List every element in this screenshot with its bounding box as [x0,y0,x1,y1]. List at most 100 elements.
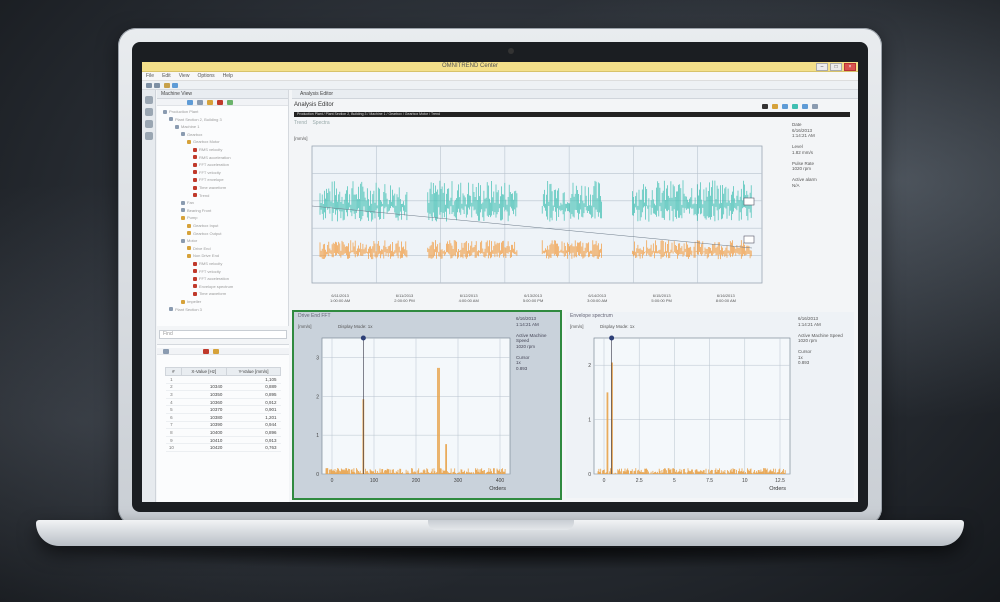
tree-node[interactable]: FFT acceleration [193,161,229,168]
tree-node[interactable]: Time waveform [193,184,226,191]
tree-node[interactable]: Drive End [187,245,211,252]
table-row[interactable]: 9 10410 0,913 [165,436,281,445]
table-row[interactable]: 10 10420 0,763 [165,443,281,452]
table-cell: 5 [165,405,182,414]
tree-node[interactable]: Time waveform [193,290,226,297]
table-row[interactable]: 1 1,105 [165,375,281,384]
info-line: 0.893 [516,365,528,371]
tree-node[interactable]: Motor [181,237,197,244]
measurement-icon[interactable] [145,108,153,116]
node-icon [193,177,197,182]
table-header[interactable]: # [165,367,182,376]
node-icon [193,284,197,289]
x-axis-label: Orders [769,486,786,492]
table-row[interactable]: 2 10340 0,889 [165,383,281,392]
title-bar[interactable]: OMNITREND Center – □ × [142,62,858,72]
spectrum-right-chart[interactable]: 0 2.5 5 7.5 10 12.5 0 1 2 Orders [576,332,796,494]
filter-icon[interactable] [197,100,203,105]
tab-machine-view[interactable]: Machine View [157,90,288,99]
table-cell: 1,105 [226,375,281,384]
menu-help[interactable]: Help [223,72,233,80]
table-row[interactable]: 8 10400 0,896 [165,428,281,437]
add-icon[interactable] [207,100,213,105]
tree-node[interactable]: RMS velocity [193,260,222,267]
maximize-button[interactable]: □ [830,63,842,71]
tree-node[interactable]: Production Plant [163,108,198,115]
laptop-shadow [40,548,960,570]
date-tick-label: 6/16/2013 8:00:00 AM [716,293,736,303]
spectrum-panel-right[interactable]: Envelope spectrum [mm/s] Display Mode: 1… [566,312,854,498]
table-row[interactable]: 5 10370 0,901 [165,405,281,414]
tree-node[interactable]: Plant Section 3 [169,306,202,313]
tree-node[interactable]: Gearbox [181,131,202,138]
tree-node[interactable]: FFT acceleration [193,275,229,282]
refresh-icon[interactable] [172,83,178,88]
tab-analysis-editor[interactable]: Analysis Editor [292,90,858,99]
tab-spectra[interactable]: Spectra [312,120,329,126]
spectrum-left-header: Drive End FFT [298,313,331,319]
table-header[interactable]: Y-Value [mm/s] [225,367,282,376]
node-icon [169,307,173,312]
collapse-icon[interactable] [187,100,193,105]
forward-icon[interactable] [154,83,160,88]
tree-node[interactable]: Gearbox Motor [187,138,220,145]
tab-trend[interactable]: Trend [294,120,307,126]
tree-node[interactable]: RMS acceleration [193,154,231,161]
tree-node[interactable]: FFT envelope [193,176,224,183]
tree-node[interactable]: Impeller [181,298,201,305]
date-tick-label: 6/11/2013 1:00:00 AM [330,293,350,303]
layout-icon[interactable] [792,104,798,109]
x-tick-label: 7.5 [706,478,713,484]
analysis-icon[interactable] [145,120,153,128]
delete-icon[interactable] [217,100,223,105]
tree-node[interactable]: FFT velocity [193,268,221,275]
node-icon [181,238,185,243]
tree-node[interactable]: Gearbox Output [187,230,221,237]
trend-chart[interactable] [302,144,782,289]
info-line: Active Machine Speed [516,332,547,344]
menu-edit[interactable]: Edit [162,72,171,80]
table-row[interactable]: 6 10380 1,201 [165,413,281,422]
cursor-icon[interactable] [762,104,768,109]
tree-node[interactable]: Non Drive End [187,252,219,259]
tree-node-label: FFT velocity [199,268,221,274]
back-icon[interactable] [146,83,152,88]
tree-node[interactable]: Envelope spectrum [193,283,233,290]
table-header[interactable]: X-Value [Hz] [180,367,227,376]
report-icon[interactable] [145,132,153,140]
node-icon [193,162,197,167]
grid-icon[interactable] [782,104,788,109]
table-row[interactable]: 4 10360 0,912 [165,398,281,407]
tree-node[interactable]: FFT velocity [193,169,221,176]
trend-unit-label: [mm/s] [294,136,308,141]
sync-icon[interactable] [227,100,233,105]
table-row[interactable]: 3 10350 0,895 [165,390,281,399]
editor-title: Analysis Editor [294,102,334,108]
export-icon[interactable] [163,349,169,354]
save-icon[interactable] [164,83,170,88]
machine-view-icon[interactable] [145,96,153,104]
menu-view[interactable]: View [179,72,190,80]
menu-file[interactable]: File [146,72,154,80]
tree-node[interactable]: Fan [181,199,194,206]
minimize-button[interactable]: – [816,63,828,71]
zoom-icon[interactable] [772,104,778,109]
print-icon[interactable] [802,104,808,109]
table-row[interactable]: 7 10390 0,944 [165,421,281,430]
tree-node[interactable]: Gearbox Input [187,222,218,229]
tree-node[interactable]: Machine 1 [175,123,199,130]
spectrum-panel-left[interactable]: Drive End FFT [mm/s] Display Mode: 1x 0 1… [292,310,562,500]
search-input[interactable]: Find [159,330,287,339]
copy-icon[interactable] [213,349,219,354]
spectrum-left-chart[interactable]: 0 100 200 300 400 0 1 2 3 Orders [304,332,516,494]
tree-node[interactable]: Pump [181,214,197,221]
menu-options[interactable]: Options [197,72,214,80]
settings-icon[interactable] [812,104,818,109]
tree-node[interactable]: RMS velocity [193,146,222,153]
tree-node[interactable]: Bearing Front [181,207,211,214]
tree-node[interactable]: Plant Section 2, Building 3 [169,116,222,123]
tree-node[interactable]: Trend [193,192,209,199]
tree-node-label: Gearbox Output [193,230,222,236]
close-button[interactable]: × [844,63,856,71]
clear-icon[interactable] [203,349,209,354]
